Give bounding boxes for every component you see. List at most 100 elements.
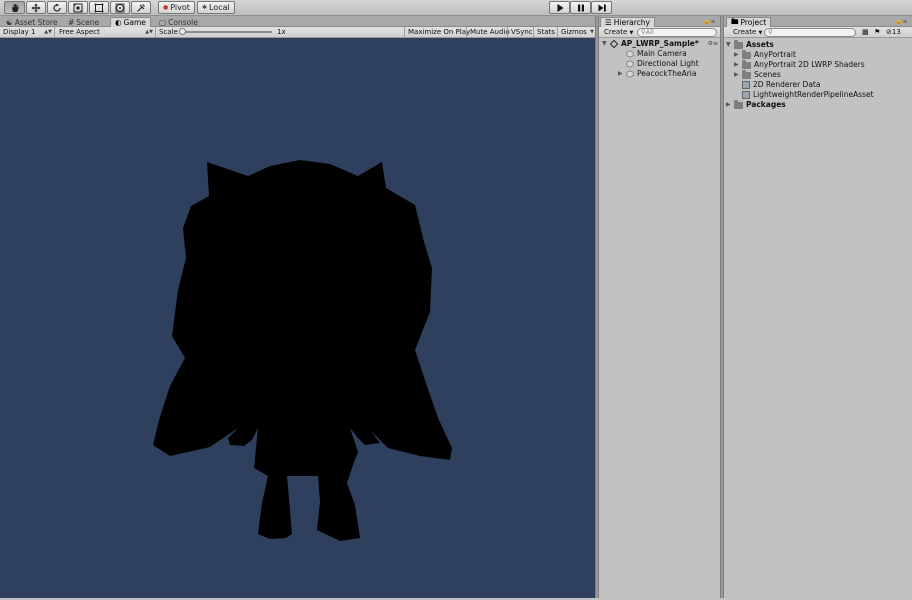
tab-scene[interactable]: # Scene — [64, 17, 103, 27]
hierarchy-search-input[interactable]: ⚲All — [637, 28, 717, 37]
filter-by-type-icon[interactable]: ▩ — [862, 28, 869, 36]
project-tabbar: 🖿 Project 🔒≡ — [724, 16, 912, 27]
gameobject-icon — [626, 50, 634, 58]
project-item-scenes[interactable]: ▶ Scenes — [734, 69, 781, 80]
project-toolbar: Create ▼ ⚲ ▩ ⚑ ⊘13 — [724, 27, 912, 38]
hierarchy-item-directional-light[interactable]: Directional Light — [626, 59, 699, 69]
move-tool-icon[interactable] — [26, 1, 46, 14]
tab-asset-store-label: Asset Store — [14, 17, 58, 27]
project-item-label: AnyPortrait 2D LWRP Shaders — [754, 60, 865, 69]
folder-icon — [742, 69, 751, 79]
project-item-label: AnyPortrait — [754, 50, 796, 59]
hidden-packages-count: 13 — [891, 28, 901, 36]
folder-icon — [734, 99, 743, 109]
gizmos-dropdown[interactable]: Gizmos ▼ — [557, 27, 595, 37]
filter-by-label-icon[interactable]: ⚑ — [874, 28, 880, 36]
project-item-pipeline-asset[interactable]: LightweightRenderPipelineAsset — [742, 90, 874, 100]
expand-arrow-icon[interactable]: ▼ — [726, 40, 734, 50]
project-create-label: Create — [733, 28, 757, 36]
folder-icon — [734, 39, 743, 49]
hierarchy-create-button[interactable]: Create ▼ — [601, 27, 636, 37]
mute-audio-toggle[interactable]: Mute Audio — [466, 27, 513, 37]
aspect-dropdown[interactable]: Free Aspect ▲▼ — [56, 27, 156, 37]
hierarchy-panel: ▼ AP_LWRP_Sample* ⚙≡ Main Camera Directi… — [599, 38, 720, 598]
vsync-toggle[interactable]: VSync — [507, 27, 536, 37]
tab-game[interactable]: ◐ Game — [110, 17, 151, 27]
hierarchy-list-icon: ☰ — [605, 18, 612, 27]
expand-arrow-icon[interactable]: ▶ — [734, 70, 742, 80]
tab-hierarchy[interactable]: ☰ Hierarchy — [600, 17, 655, 27]
tab-hierarchy-label: Hierarchy — [613, 18, 650, 27]
hand-tool-icon[interactable] — [4, 1, 25, 14]
pivot-toggle-button[interactable]: ● Pivot — [158, 1, 195, 14]
rect-tool-icon[interactable] — [89, 1, 109, 14]
project-panel: ▼ Assets ▶ AnyPortrait ▶ AnyPortrait 2D … — [724, 38, 912, 598]
pause-button[interactable] — [570, 1, 591, 14]
display-dropdown[interactable]: Display 1 ▲▼ — [0, 27, 55, 37]
dropdown-caret-icon: ▲▼ — [145, 29, 153, 35]
step-icon — [598, 4, 606, 11]
project-item-label: LightweightRenderPipelineAsset — [753, 90, 874, 99]
cart-icon: ☯ — [6, 17, 13, 27]
transform-tool-icon[interactable] — [110, 1, 130, 14]
tab-scene-label: Scene — [76, 17, 100, 27]
custom-tool-icon[interactable] — [131, 1, 151, 14]
play-icon — [557, 3, 563, 12]
hierarchy-item-label: Main Camera — [637, 49, 687, 58]
rotate-tool-icon[interactable] — [47, 1, 67, 14]
scale-label: Scale — [159, 28, 178, 36]
dropdown-caret-icon: ▼ — [629, 30, 634, 36]
scene-grid-icon: # — [68, 17, 75, 27]
tab-asset-store[interactable]: ☯ Asset Store — [2, 17, 61, 27]
pivot-label: Pivot — [170, 3, 190, 12]
project-item-assets[interactable]: ▼ Assets — [726, 39, 774, 50]
game-viewport[interactable] — [0, 38, 595, 598]
hierarchy-toolbar: Create ▼ ⚲All — [599, 27, 720, 38]
lock-icon[interactable]: 🔒≡ — [895, 18, 908, 25]
maximize-on-play-toggle[interactable]: Maximize On Play — [404, 27, 473, 37]
expand-arrow-icon[interactable]: ▶ — [618, 69, 626, 79]
scale-value: 1x — [277, 28, 286, 36]
project-search-input[interactable]: ⚲ — [764, 28, 856, 37]
scene-name-label: AP_LWRP_Sample* — [621, 39, 699, 48]
step-button[interactable] — [591, 1, 612, 14]
tab-project[interactable]: 🖿 Project — [726, 17, 772, 27]
tab-console[interactable]: ▢ Console — [155, 17, 202, 27]
hierarchy-item-label: Directional Light — [637, 59, 699, 68]
local-toggle-button[interactable]: ✱ Local — [197, 1, 235, 14]
folder-icon — [742, 59, 751, 69]
scale-slider-track[interactable] — [180, 31, 272, 33]
hierarchy-item-peacock[interactable]: ▶ PeacockTheAria — [618, 69, 697, 79]
dropdown-caret-icon: ▲▼ — [44, 29, 52, 35]
asset-file-icon — [742, 91, 750, 99]
tab-console-label: Console — [168, 17, 198, 27]
project-item-lwrp-shaders[interactable]: ▶ AnyPortrait 2D LWRP Shaders — [734, 59, 865, 70]
lock-icon[interactable]: 🔒≡ — [703, 18, 716, 25]
scale-tool-icon[interactable] — [68, 1, 88, 14]
search-icon: ⚲ — [768, 28, 773, 36]
project-item-renderer-data[interactable]: 2D Renderer Data — [742, 80, 820, 90]
gameobject-icon — [626, 70, 634, 78]
hidden-packages-toggle[interactable]: ⊘13 — [886, 27, 901, 37]
scale-slider-handle[interactable] — [179, 28, 186, 35]
tab-game-label: Game — [123, 18, 146, 27]
expand-arrow-icon[interactable]: ▼ — [602, 39, 610, 49]
expand-arrow-icon[interactable]: ▶ — [734, 50, 742, 60]
gizmos-label: Gizmos — [561, 28, 587, 36]
expand-arrow-icon[interactable]: ▶ — [726, 100, 734, 110]
hierarchy-item-main-camera[interactable]: Main Camera — [626, 49, 687, 59]
stats-toggle[interactable]: Stats — [533, 27, 558, 37]
project-item-anyportrait[interactable]: ▶ AnyPortrait — [734, 49, 796, 60]
scale-control: Scale — [159, 27, 178, 37]
scene-root-item[interactable]: ▼ AP_LWRP_Sample* ⚙≡ — [602, 39, 720, 49]
main-toolbar: ● Pivot ✱ Local — [0, 0, 912, 16]
expand-arrow-icon[interactable]: ▶ — [734, 60, 742, 70]
dropdown-caret-icon: ▼ — [590, 29, 594, 35]
project-create-button[interactable]: Create ▼ — [730, 27, 765, 37]
local-icon: ✱ — [202, 4, 208, 11]
pivot-icon: ● — [163, 4, 169, 11]
scene-menu-icon[interactable]: ⚙≡ — [708, 39, 718, 49]
play-button[interactable] — [549, 1, 570, 14]
project-item-packages[interactable]: ▶ Packages — [726, 99, 786, 110]
pause-icon — [577, 4, 584, 11]
